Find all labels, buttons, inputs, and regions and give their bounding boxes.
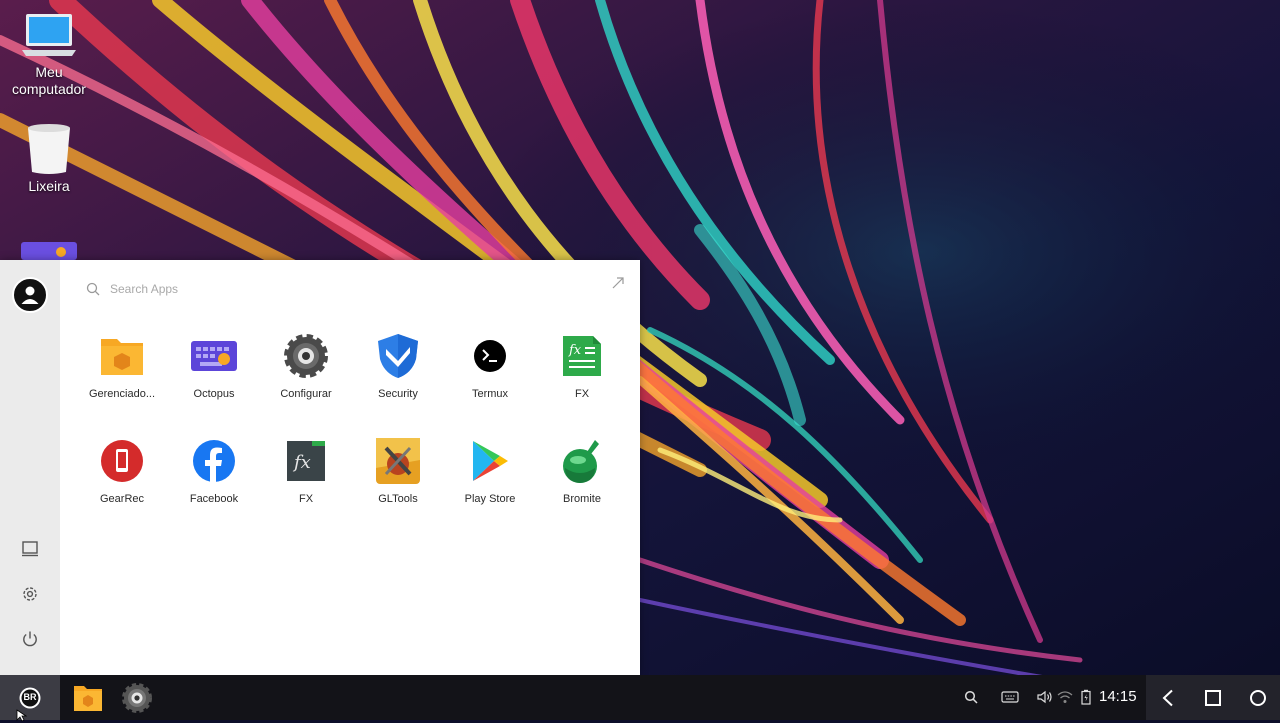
app-grid: Gerenciado... Octopus Configurar Securit… [76,332,628,542]
app-label: GLTools [378,493,418,505]
app-tile-fx-green[interactable]: fx FX [536,332,628,437]
app-label: Octopus [193,388,235,400]
terminal-icon [474,340,506,372]
home-icon [1250,690,1266,706]
shield-icon [378,334,418,378]
app-label: Bromite [563,493,601,505]
expand-button[interactable] [612,276,624,289]
laptop-icon [22,14,76,56]
app-tile-fx-dark[interactable]: fx FX [260,437,352,542]
search-icon [86,282,100,296]
back-icon [1162,689,1173,707]
volume-icon [1037,690,1052,704]
start-menu: Gerenciado... Octopus [0,260,640,675]
user-avatar[interactable] [12,277,48,313]
keyboard-icon [1001,691,1019,703]
app-label: Facebook [189,493,239,505]
octopus-keyboard-icon [21,242,77,260]
search-bar[interactable] [86,274,606,304]
app-tile-facebook[interactable]: Facebook [168,437,260,542]
battery-icon [1081,689,1091,705]
app-label: GearRec [99,493,145,505]
power-button[interactable] [18,627,42,651]
taskbar-app-file-manager[interactable] [71,681,105,715]
app-label: Termux [471,388,509,400]
app-label: Configurar [280,388,332,400]
user-icon [21,286,39,304]
app-tile-gearrec[interactable]: GearRec [76,437,168,542]
app-label: FX [298,493,314,505]
gltools-icon [376,438,420,484]
search-input[interactable] [108,281,512,297]
start-menu-sidebar [0,260,60,675]
app-label: Security [378,388,418,400]
app-tile-octopus[interactable]: Octopus [168,332,260,437]
navigation-bar [1146,675,1280,720]
recents-button[interactable] [1200,685,1226,711]
app-label: FX [574,388,590,400]
desktop-icon-trash[interactable]: Lixeira [1,122,97,195]
svg-text:fx: fx [568,343,582,358]
desktop-icon-my-computer[interactable]: Meu computador [1,12,97,98]
app-tile-play-store[interactable]: Play Store [444,437,536,542]
app-label: Gerenciado... [88,388,156,400]
taskbar: BR 14:15 [0,675,1280,722]
octopus-keyboard-icon [191,341,237,371]
gear-icon [284,334,328,378]
facebook-icon [193,440,235,482]
tray-volume[interactable] [1036,688,1054,706]
fx-dark-icon: fx [287,441,325,481]
file-manager-icon [74,686,102,711]
back-button[interactable] [1155,685,1181,711]
start-logo-text: BR [23,692,37,702]
trash-bin-icon [28,124,70,174]
settings-icon [23,587,37,601]
tray-search[interactable] [962,688,980,706]
recents-icon [1205,690,1221,706]
gear-icon [122,683,152,713]
gearrec-icon [101,440,143,482]
taskbar-app-settings[interactable] [120,681,154,715]
settings-button[interactable] [18,582,42,606]
search-icon [964,690,978,704]
file-manager-icon [101,339,143,375]
app-tile-security[interactable]: Security [352,332,444,437]
play-store-icon [473,441,508,481]
wifi-icon [1057,691,1073,703]
tray-battery[interactable] [1077,688,1095,706]
bromite-icon [563,440,599,483]
app-tile-gltools[interactable]: GLTools [352,437,444,542]
app-tile-file-manager[interactable]: Gerenciado... [76,332,168,437]
app-label: Play Store [464,493,516,505]
desktop-mode-button[interactable] [18,537,42,561]
svg-text:fx: fx [292,452,311,473]
start-button[interactable]: BR [0,675,60,722]
app-tile-bromite[interactable]: Bromite [536,437,628,542]
clock[interactable]: 14:15 [1099,688,1137,706]
mouse-cursor-icon [16,709,27,722]
desktop-mode-icon [22,541,38,557]
app-tile-termux[interactable]: Termux [444,332,536,437]
tray-wifi[interactable] [1056,688,1074,706]
desktop-icon-label: Lixeira [28,178,70,194]
desktop-icon-label: Meu computador [12,64,86,97]
fx-green-icon: fx [563,336,601,376]
start-menu-main: Gerenciado... Octopus [60,260,640,675]
power-icon [23,631,37,647]
expand-arrow-icon [612,277,624,289]
app-tile-configurar[interactable]: Configurar [260,332,352,437]
home-button[interactable] [1245,685,1271,711]
tray-keyboard[interactable] [1001,688,1019,706]
